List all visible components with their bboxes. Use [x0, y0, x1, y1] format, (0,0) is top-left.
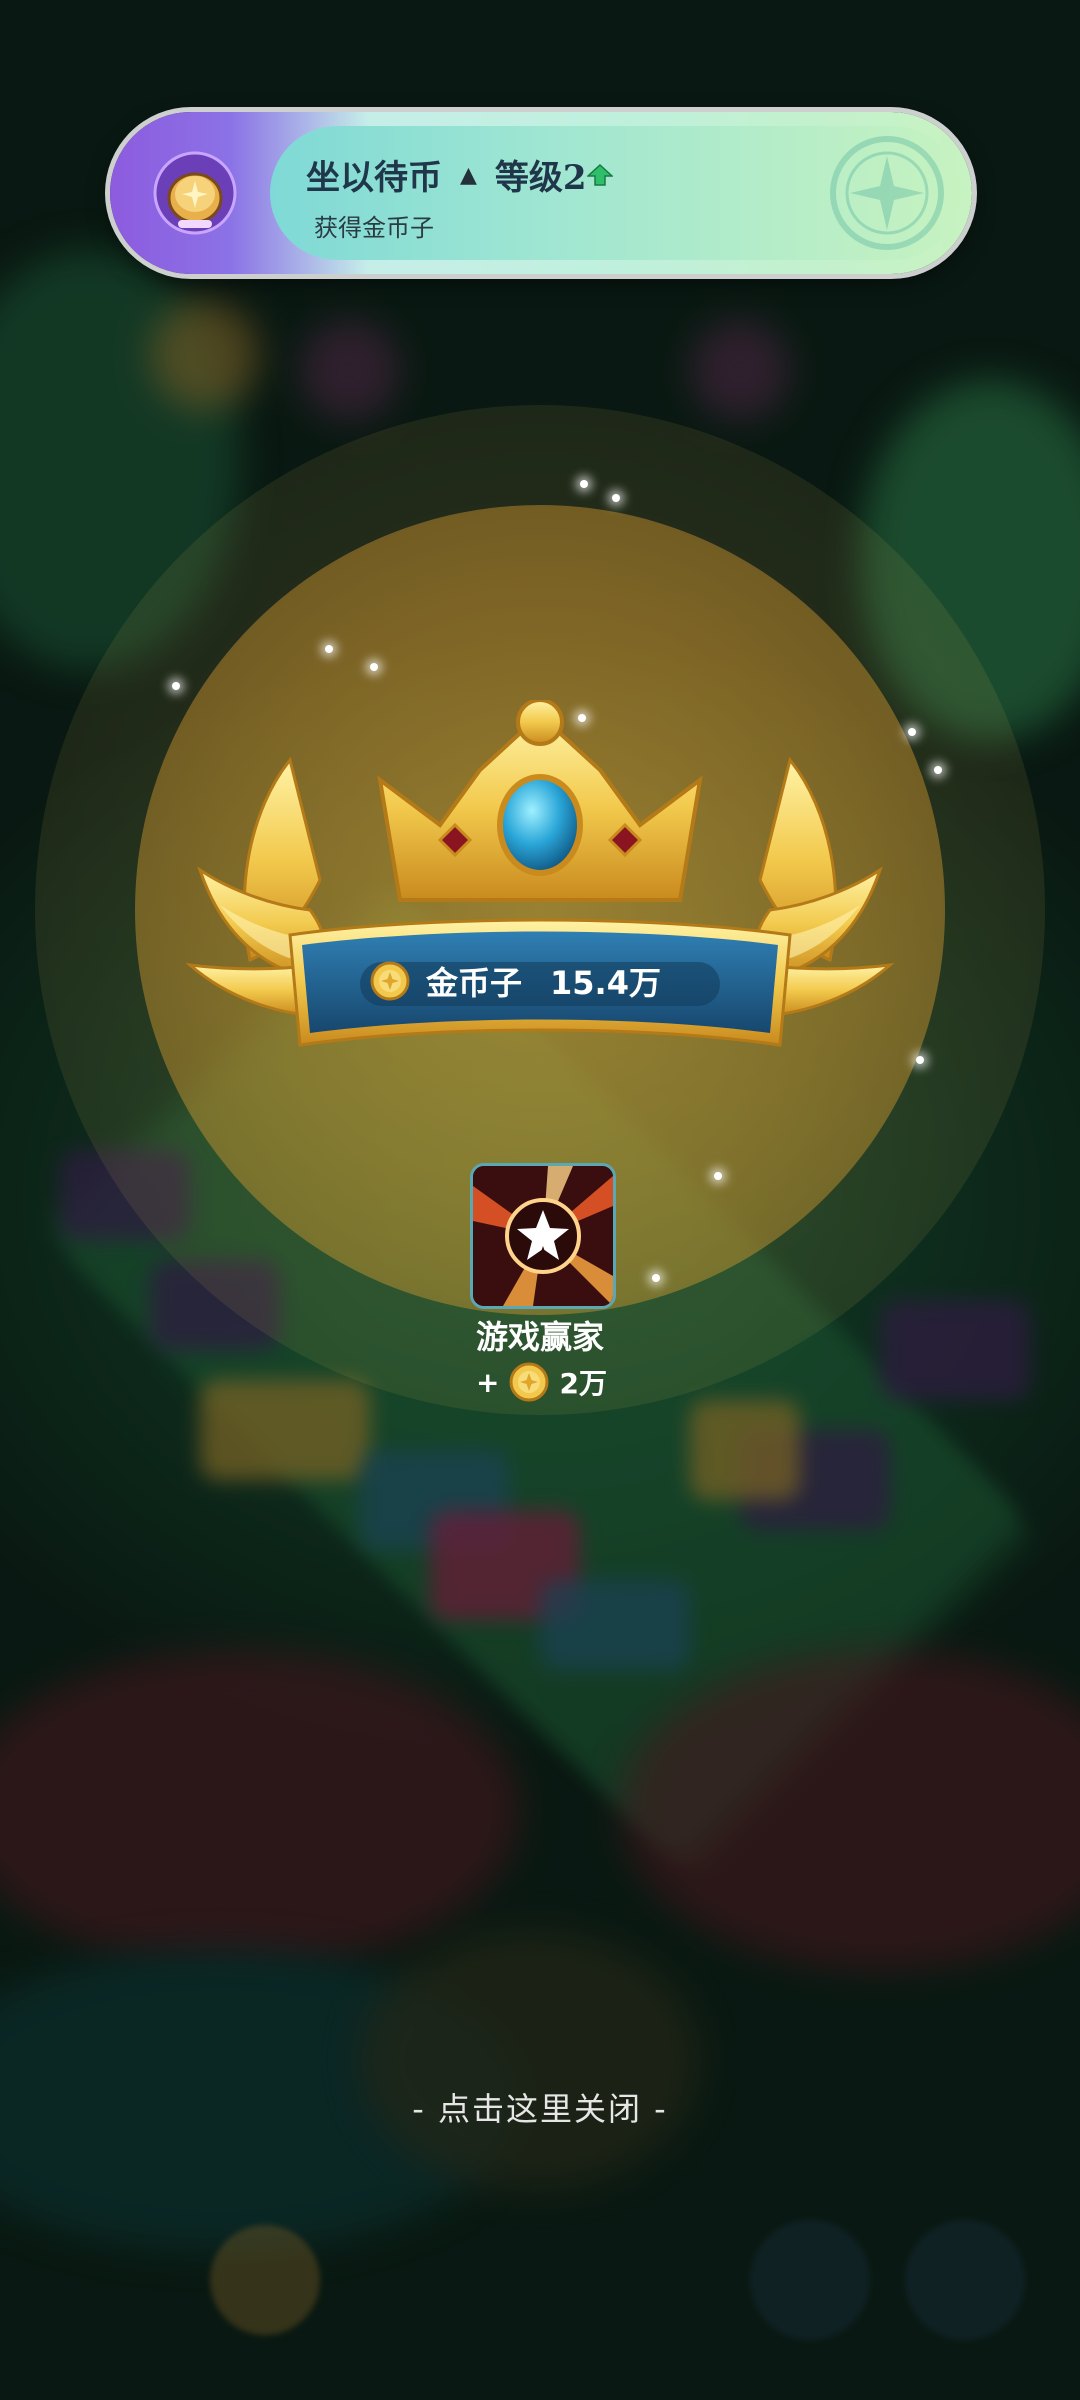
achievement-subtitle: 获得金币子: [314, 214, 434, 242]
crown-emblem: [185, 700, 895, 1047]
achievement-banner: 坐以待币 ▲ 等级2 获得金币子: [110, 112, 972, 274]
star-emblem-icon: [830, 136, 944, 250]
reward-amount-row: 金币子 15.4万: [370, 958, 661, 1004]
sparkle: [908, 728, 916, 736]
achievement-bonus: + 2万: [476, 1362, 607, 1402]
sparkle: [934, 766, 942, 774]
sparkle: [916, 1056, 924, 1064]
close-hint-button[interactable]: - 点击这里关闭 -: [0, 2084, 1080, 2130]
sparkle: [580, 480, 588, 488]
banner-title-row: 坐以待币 ▲ 等级2: [306, 150, 613, 199]
level-arrow: ▲: [460, 161, 477, 188]
green-up-arrow-icon: [586, 163, 613, 186]
bonus-amount: 2万: [559, 1367, 607, 1400]
sparkle: [325, 645, 333, 653]
star-burst-achievement-icon: [473, 1166, 613, 1306]
gold-coin-badge-icon: [153, 151, 237, 235]
achievement-level: 等级2: [494, 158, 587, 198]
sparkle: [612, 494, 620, 502]
screen: 坐以待币 ▲ 等级2 获得金币子 金币子 15.4万 游戏赢家 + 2万 - 点…: [0, 0, 1080, 2400]
sparkle: [714, 1172, 722, 1180]
crown: [377, 700, 703, 902]
coin-icon: [370, 961, 410, 1001]
sparkle: [652, 1274, 660, 1282]
reward-amount: 15.4万: [550, 964, 661, 1002]
achievement-title: 坐以待币: [306, 158, 442, 198]
bonus-prefix: +: [476, 1365, 500, 1399]
coin-icon: [509, 1362, 549, 1402]
achievement-name: 游戏赢家: [475, 1318, 604, 1356]
achievement-badge: [470, 1163, 616, 1309]
reward-currency-label: 金币子: [426, 964, 523, 1002]
sparkle: [370, 663, 378, 671]
sparkle: [172, 682, 180, 690]
